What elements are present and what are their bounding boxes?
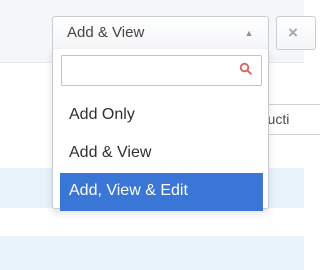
selected-value: Add & View	[67, 24, 145, 41]
chevron-down-icon: ▲	[244, 28, 254, 38]
close-button[interactable]: ×	[276, 16, 316, 50]
select-dropdown: Add Only Add & View Add, View & Edit	[52, 49, 269, 211]
permission-select[interactable]: Add & View ▲	[52, 16, 269, 50]
option-add-only[interactable]: Add Only	[60, 97, 263, 135]
option-add-view-edit[interactable]: Add, View & Edit	[60, 173, 263, 211]
search-input[interactable]	[61, 55, 262, 86]
option-list: Add Only Add & View Add, View & Edit	[60, 97, 263, 211]
background-row-band	[0, 236, 304, 270]
search-box	[61, 55, 262, 86]
option-add-view[interactable]: Add & View	[60, 135, 263, 173]
close-icon: ×	[288, 23, 298, 42]
